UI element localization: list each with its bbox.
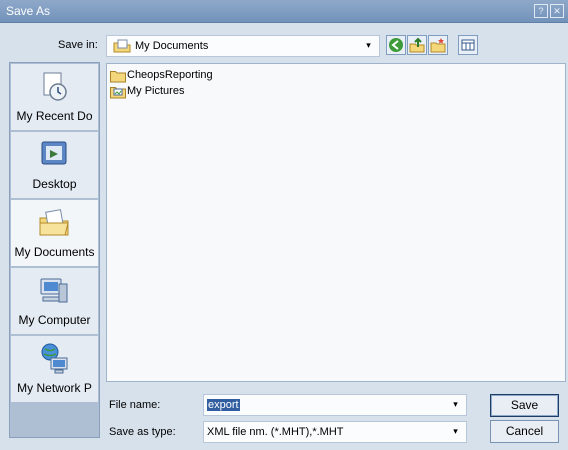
back-button[interactable] <box>386 35 406 55</box>
view-menu-icon <box>461 39 475 51</box>
recent-documents-icon <box>43 72 67 101</box>
title-bar: Save As ? ✕ <box>0 0 568 23</box>
file-name-input[interactable]: export ▾ <box>203 394 467 416</box>
file-name: CheopsReporting <box>127 69 213 81</box>
place-my-recent-documents[interactable]: My Recent Do <box>11 64 98 131</box>
save-in-label: Save in: <box>58 39 98 51</box>
close-icon[interactable]: ✕ <box>550 4 564 18</box>
chevron-down-icon[interactable]: ▾ <box>451 399 460 409</box>
place-label: My Documents <box>14 245 95 259</box>
up-folder-icon <box>409 37 425 53</box>
place-desktop[interactable]: Desktop <box>11 132 98 199</box>
up-folder-button[interactable] <box>407 35 427 55</box>
window-title: Save As <box>6 4 51 18</box>
save-as-type-select[interactable]: XML file nm. (*.MHT),*.MHT ▾ <box>203 421 467 443</box>
view-menu-button[interactable] <box>458 35 478 55</box>
pictures-folder-icon <box>110 87 126 99</box>
network-places-icon <box>41 343 68 374</box>
place-my-network-places[interactable]: My Network P <box>11 336 98 403</box>
file-name-value: export <box>207 399 240 411</box>
file-list[interactable]: CheopsReporting My Pictures <box>106 63 566 382</box>
place-my-computer[interactable]: My Computer <box>11 268 98 335</box>
back-icon <box>389 38 403 52</box>
place-label: Desktop <box>32 177 77 191</box>
folder-icon <box>110 71 126 83</box>
chevron-down-icon[interactable]: ▾ <box>451 426 460 436</box>
new-folder-button[interactable] <box>428 35 448 55</box>
save-as-type-value: XML file nm. (*.MHT),*.MHT <box>207 426 344 438</box>
save-in-combo[interactable]: My Documents ▾ <box>106 35 380 57</box>
my-documents-icon <box>39 209 69 236</box>
places-bar: My Recent Do Desktop My Documents My Com… <box>9 62 100 438</box>
help-icon[interactable]: ? <box>534 4 548 18</box>
save-in-value: My Documents <box>135 40 209 52</box>
my-documents-icon <box>113 39 131 53</box>
my-computer-icon <box>40 278 68 303</box>
save-as-type-label: Save as type: <box>109 426 176 438</box>
save-button[interactable]: Save <box>490 394 559 417</box>
place-my-documents[interactable]: My Documents <box>11 200 98 267</box>
file-name: My Pictures <box>127 85 185 97</box>
place-label: My Network P <box>17 381 92 395</box>
place-label: My Recent Do <box>16 109 93 123</box>
chevron-down-icon[interactable]: ▾ <box>364 40 373 50</box>
new-folder-icon <box>430 38 446 53</box>
file-name-label: File name: <box>109 399 161 411</box>
desktop-icon <box>41 141 67 165</box>
cancel-button[interactable]: Cancel <box>490 420 559 443</box>
place-label: My Computer <box>18 313 91 327</box>
